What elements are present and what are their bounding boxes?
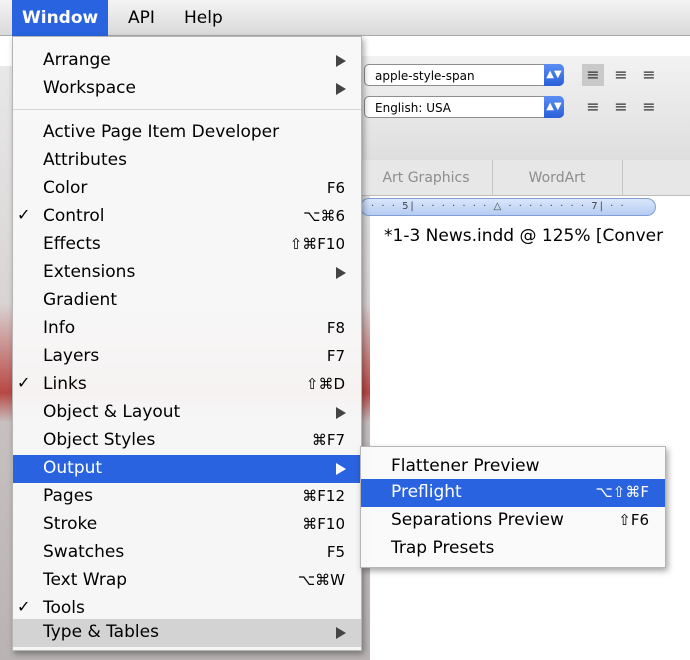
menu-item-type-tables[interactable]: Type & Tables (13, 619, 361, 647)
menu-item-label: Tools (43, 598, 85, 618)
select-arrows-icon: ▲▼ (544, 64, 564, 86)
submenu-item-preflight[interactable]: Preflight ⌥⇧⌘F (361, 479, 665, 507)
menu-item-label: Swatches (43, 542, 125, 562)
menu-item-shortcut: F7 (326, 347, 345, 365)
menu-item-shortcut: ⇧⌘D (305, 375, 345, 393)
font-style-value: apple-style-span (375, 69, 475, 83)
menu-item-label: Info (43, 318, 76, 338)
menu-bar: Window API Help (0, 0, 690, 36)
menu-item-object-styles[interactable]: Object Styles ⌘F7 (13, 427, 361, 455)
menu-item-label: Layers (43, 346, 100, 366)
submenu-item-flattener-preview[interactable]: Flattener Preview (361, 453, 665, 481)
font-style-select[interactable]: apple-style-span ▲▼ (364, 64, 564, 86)
menu-item-attributes[interactable]: Attributes (13, 147, 361, 175)
language-value: English: USA (375, 101, 452, 115)
menu-item-extensions[interactable]: Extensions (13, 259, 361, 287)
submenu-arrow-icon (336, 627, 346, 639)
align-right-icon[interactable]: ≡ (638, 64, 660, 86)
menu-item-label: Workspace (43, 78, 136, 98)
submenu-item-label: Separations Preview (391, 510, 564, 530)
menu-item-label: Gradient (43, 290, 117, 310)
horizontal-ruler[interactable]: · · · 5| · · · · · · · △ · · · · · · · ·… (360, 198, 656, 216)
menu-item-shortcut: ⌥⌘W (297, 571, 345, 589)
menu-item-label: Control (43, 206, 105, 226)
submenu-arrow-icon (336, 55, 346, 67)
tab-wordart[interactable]: WordArt (492, 160, 623, 196)
menu-item-label: Links (43, 374, 87, 394)
output-submenu: Flattener Preview Preflight ⌥⇧⌘F Separat… (360, 446, 666, 568)
menu-item-stroke[interactable]: Stroke ⌘F10 (13, 511, 361, 539)
align-center-icon[interactable]: ≡ (610, 64, 632, 86)
menu-item-label: Pages (43, 486, 94, 506)
checkmark-icon: ✓ (17, 597, 31, 616)
submenu-item-label: Trap Presets (391, 538, 495, 558)
submenu-item-shortcut: ⇧F6 (618, 511, 649, 529)
menu-help[interactable]: Help (174, 0, 233, 36)
menu-item-color[interactable]: Color F6 (13, 175, 361, 203)
submenu-item-trap-presets[interactable]: Trap Presets (361, 535, 665, 563)
tab-art-graphics[interactable]: Art Graphics (360, 160, 493, 196)
menu-item-shortcut: F6 (326, 179, 345, 197)
submenu-arrow-icon (336, 83, 346, 95)
align-left-icon[interactable]: ≡ (582, 64, 604, 86)
menu-item-label: Stroke (43, 514, 98, 534)
menu-item-layers[interactable]: Layers F7 (13, 343, 361, 371)
submenu-item-label: Flattener Preview (391, 456, 540, 476)
justify-center-icon[interactable]: ≡ (610, 96, 632, 118)
menu-item-label: Type & Tables (43, 622, 159, 642)
menu-item-label: Effects (43, 234, 101, 254)
checkmark-icon: ✓ (17, 373, 31, 392)
menu-api[interactable]: API (118, 0, 165, 36)
justify-all-icon[interactable]: ≡ (638, 96, 660, 118)
menu-item-label: Arrange (43, 50, 111, 70)
checkmark-icon: ✓ (17, 205, 31, 224)
menu-item-label: Extensions (43, 262, 136, 282)
menu-item-control[interactable]: ✓ Control ⌥⌘6 (13, 203, 361, 231)
menu-separator (13, 109, 361, 110)
document-tab-title[interactable]: *1-3 News.indd @ 125% [Conver (384, 226, 663, 246)
menu-item-shortcut: ⌘F10 (302, 515, 345, 533)
submenu-arrow-icon (336, 463, 346, 475)
menu-item-label: Output (43, 458, 103, 478)
window-menu: Arrange Workspace Active Page Item Devel… (12, 36, 362, 651)
menu-window[interactable]: Window (12, 0, 109, 36)
control-panel: apple-style-span ▲▼ English: USA ▲▼ ≡ ≡ … (360, 56, 690, 174)
submenu-arrow-icon (336, 267, 346, 279)
menu-item-label: Color (43, 178, 88, 198)
menu-item-shortcut: F8 (326, 319, 345, 337)
menu-item-object-layout[interactable]: Object & Layout (13, 399, 361, 427)
menu-item-label: Object Styles (43, 430, 156, 450)
menu-item-shortcut: F5 (326, 543, 345, 561)
menu-item-gradient[interactable]: Gradient (13, 287, 361, 315)
menu-item-active-page-item-developer[interactable]: Active Page Item Developer (13, 119, 361, 147)
select-arrows-icon: ▲▼ (544, 96, 564, 118)
menu-item-output[interactable]: Output (13, 455, 361, 483)
menu-item-arrange[interactable]: Arrange (13, 47, 361, 75)
justify-left-icon[interactable]: ≡ (582, 96, 604, 118)
menu-item-label: Text Wrap (43, 570, 128, 590)
menu-item-workspace[interactable]: Workspace (13, 75, 361, 103)
menu-item-text-wrap[interactable]: Text Wrap ⌥⌘W (13, 567, 361, 595)
menu-item-label: Object & Layout (43, 402, 181, 422)
menu-item-links[interactable]: ✓ Links ⇧⌘D (13, 371, 361, 399)
menu-item-shortcut: ⌥⌘6 (303, 207, 345, 225)
menu-item-swatches[interactable]: Swatches F5 (13, 539, 361, 567)
menu-item-shortcut: ⌘F12 (302, 487, 345, 505)
tab-strip: Art Graphics WordArt (360, 160, 690, 196)
menu-item-effects[interactable]: Effects ⇧⌘F10 (13, 231, 361, 259)
menu-item-shortcut: ⌘F7 (311, 431, 345, 449)
submenu-item-separations-preview[interactable]: Separations Preview ⇧F6 (361, 507, 665, 535)
menu-item-label: Active Page Item Developer (43, 122, 280, 142)
menu-item-shortcut: ⇧⌘F10 (289, 235, 345, 253)
menu-item-label: Attributes (43, 150, 127, 170)
language-select[interactable]: English: USA ▲▼ (364, 96, 564, 118)
submenu-arrow-icon (336, 407, 346, 419)
menu-item-info[interactable]: Info F8 (13, 315, 361, 343)
submenu-item-label: Preflight (391, 482, 462, 502)
menu-item-pages[interactable]: Pages ⌘F12 (13, 483, 361, 511)
submenu-item-shortcut: ⌥⇧⌘F (595, 483, 649, 501)
